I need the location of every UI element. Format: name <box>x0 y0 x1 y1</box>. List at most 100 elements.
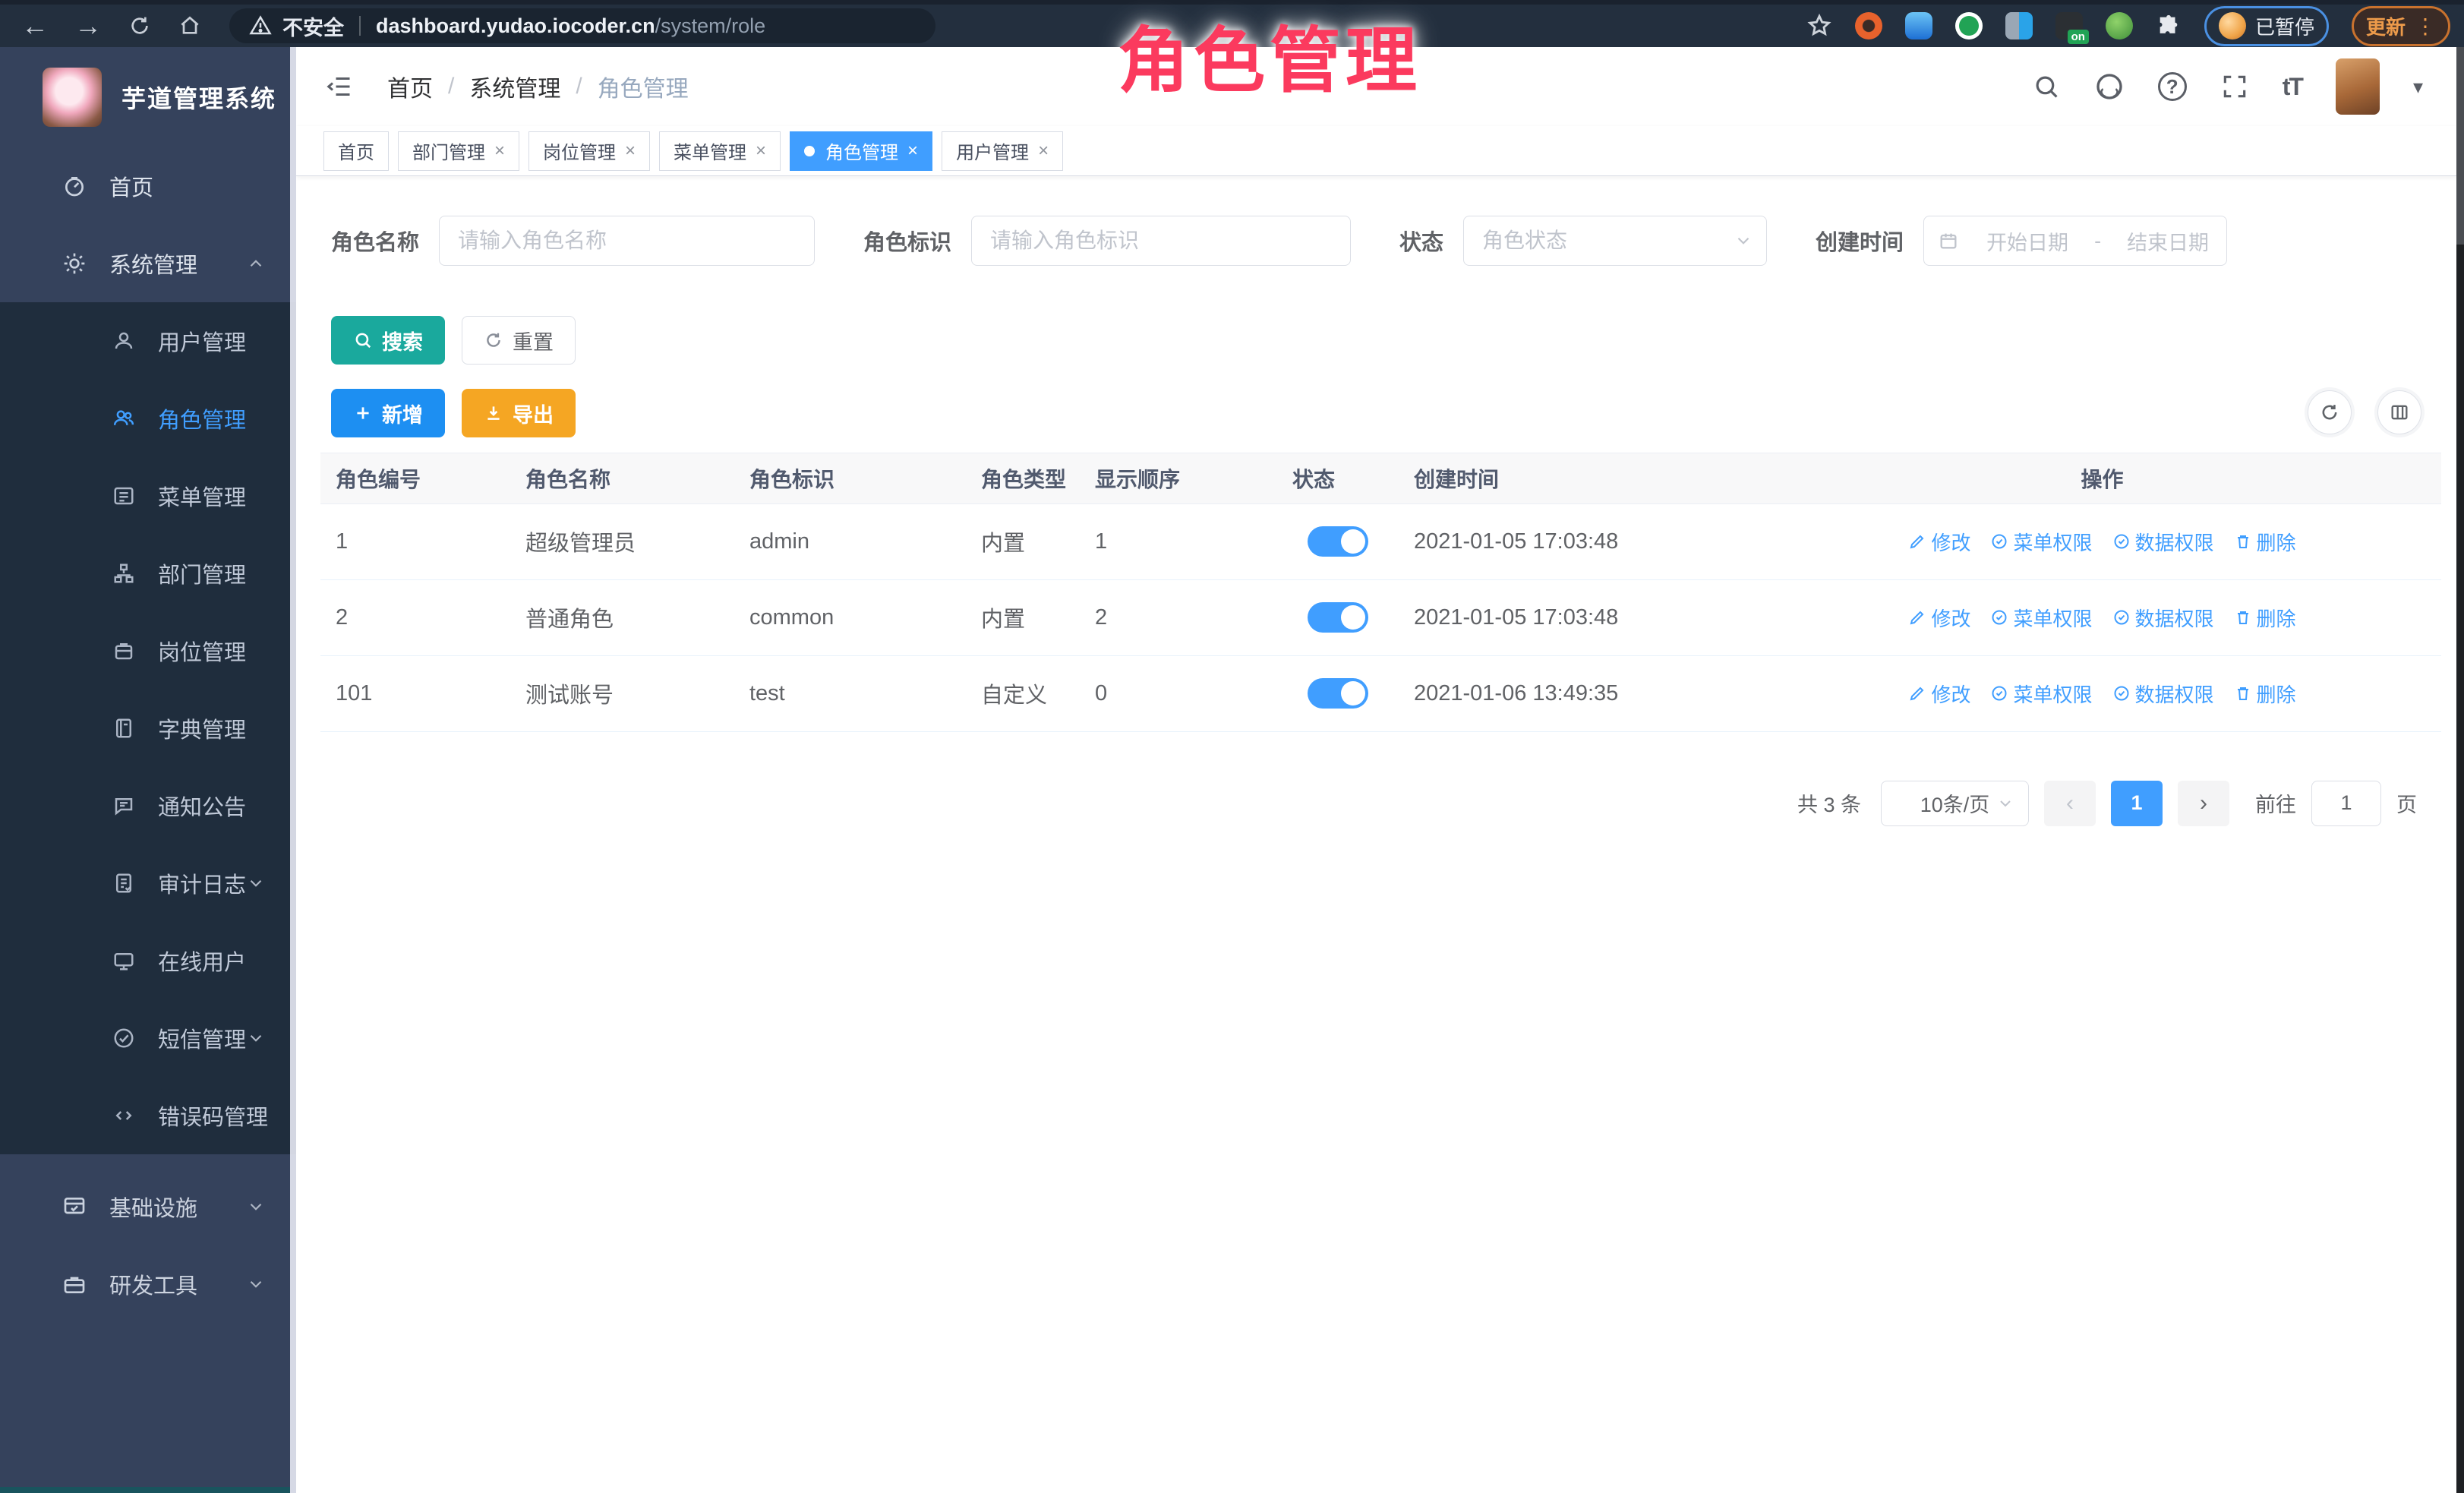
header-search-icon[interactable] <box>2032 72 2061 101</box>
cell-sort: 1 <box>1080 503 1277 579</box>
tab-menus[interactable]: 菜单管理× <box>659 131 781 171</box>
close-icon[interactable]: × <box>907 140 918 162</box>
browser-forward-icon[interactable]: → <box>74 12 102 39</box>
extension-icon-1[interactable] <box>1855 12 1882 39</box>
menu-permission-link[interactable]: 菜单权限 <box>1990 680 2092 708</box>
browser-update-chip[interactable]: 更新 ⋮ <box>2352 6 2450 46</box>
status-toggle[interactable] <box>1308 526 1368 557</box>
font-size-icon[interactable]: tT <box>2283 73 2302 101</box>
sidebar-item-departments[interactable]: 部门管理 <box>0 535 296 612</box>
browser-back-icon[interactable]: ← <box>21 12 49 39</box>
extension-icon-tampermonkey[interactable]: on <box>2055 12 2083 39</box>
annotation-role-management: 角色管理 <box>1118 3 1421 106</box>
code-icon <box>112 1104 135 1127</box>
data-permission-link[interactable]: 数据权限 <box>2112 680 2214 708</box>
bookmark-star-icon[interactable] <box>1806 13 1832 39</box>
sidebar-item-sms[interactable]: 短信管理 <box>0 999 296 1077</box>
cell-sort: 2 <box>1080 579 1277 655</box>
next-page-button[interactable]: › <box>2178 781 2229 826</box>
prev-page-button[interactable]: ‹ <box>2044 781 2096 826</box>
delete-link[interactable]: 删除 <box>2234 604 2296 632</box>
app-logo-row[interactable]: 芋道管理系统 <box>0 47 296 147</box>
sidebar-item-users[interactable]: 用户管理 <box>0 302 296 380</box>
table-refresh-button[interactable] <box>2308 390 2352 434</box>
data-permission-link[interactable]: 数据权限 <box>2112 604 2214 632</box>
extension-icon-3[interactable] <box>1955 12 1983 39</box>
page-size-select[interactable]: 10条/页 <box>1881 781 2029 826</box>
close-icon[interactable]: × <box>494 140 505 162</box>
status-toggle[interactable] <box>1308 602 1368 633</box>
page-1-button[interactable]: 1 <box>2111 781 2163 826</box>
sidebar-item-home[interactable]: 首页 <box>0 147 296 225</box>
edit-link[interactable]: 修改 <box>1908 604 1970 632</box>
sidebar-item-error-codes[interactable]: 错误码管理 <box>0 1077 296 1154</box>
browser-reload-icon[interactable] <box>128 14 152 38</box>
sidebar-item-system[interactable]: 系统管理 <box>0 225 296 302</box>
sidebar-collapse-icon[interactable] <box>323 73 355 100</box>
cell-role-key: test <box>734 655 966 731</box>
goto-page-input[interactable] <box>2311 781 2381 826</box>
reset-button[interactable]: 重置 <box>462 316 576 365</box>
tab-roles[interactable]: 角色管理× <box>790 131 932 171</box>
tab-users[interactable]: 用户管理 × <box>942 131 1063 171</box>
column-settings-button[interactable] <box>2377 390 2421 434</box>
trash-icon <box>2234 532 2252 551</box>
extension-icon-2[interactable] <box>1905 12 1932 39</box>
search-button[interactable]: 搜索 <box>331 316 445 365</box>
page-scrollbar[interactable] <box>2456 47 2464 1493</box>
data-permission-link[interactable]: 数据权限 <box>2112 528 2214 556</box>
close-icon[interactable]: × <box>756 140 766 162</box>
tab-label: 用户管理 <box>956 137 1029 164</box>
edit-link[interactable]: 修改 <box>1908 528 1970 556</box>
role-name-input[interactable] <box>439 216 815 266</box>
status-select[interactable] <box>1463 216 1767 266</box>
role-key-input[interactable] <box>971 216 1351 266</box>
tab-departments[interactable]: 部门管理× <box>398 131 519 171</box>
extensions-puzzle-icon[interactable] <box>2156 13 2182 39</box>
edit-link[interactable]: 修改 <box>1908 680 1970 708</box>
menu-permission-link[interactable]: 菜单权限 <box>1990 604 2092 632</box>
data-permission-label: 数据权限 <box>2135 680 2214 708</box>
status-toggle[interactable] <box>1308 678 1368 709</box>
export-button[interactable]: 导出 <box>462 389 576 437</box>
sidebar-item-posts[interactable]: 岗位管理 <box>0 612 296 690</box>
cell-created: 2021-01-06 13:49:35 <box>1399 655 1763 731</box>
close-icon[interactable]: × <box>1038 140 1049 162</box>
sidebar-item-roles[interactable]: 角色管理 <box>0 380 296 457</box>
extension-icon-4[interactable] <box>2005 12 2033 39</box>
book-icon <box>112 717 135 740</box>
sidebar-item-online-users[interactable]: 在线用户 <box>0 922 296 999</box>
user-avatar[interactable] <box>2336 58 2380 115</box>
date-range-picker[interactable]: 开始日期 - 结束日期 <box>1923 216 2227 266</box>
breadcrumb-system[interactable]: 系统管理 <box>469 70 560 103</box>
fullscreen-icon[interactable] <box>2220 72 2249 101</box>
address-bar[interactable]: 不安全 dashboard.yudao.iocoder.cn/system/ro… <box>229 8 935 43</box>
delete-link[interactable]: 删除 <box>2234 680 2296 708</box>
help-icon[interactable]: ? <box>2158 72 2187 101</box>
tab-label: 首页 <box>338 137 374 164</box>
browser-menu-kebab-icon[interactable]: ⋮ <box>2415 14 2436 39</box>
menu-permission-link[interactable]: 菜单权限 <box>1990 528 2092 556</box>
avatar-caret-down-icon[interactable]: ▾ <box>2413 75 2423 99</box>
extension-icon-5[interactable] <box>2106 12 2133 39</box>
tab-home[interactable]: 首页 <box>323 131 389 171</box>
sidebar-item-dict[interactable]: 字典管理 <box>0 690 296 767</box>
browser-profile-chip[interactable]: 已暂停 <box>2204 6 2329 46</box>
browser-home-icon[interactable] <box>178 14 202 38</box>
tab-posts[interactable]: 岗位管理× <box>528 131 650 171</box>
cell-role-name: 测试账号 <box>510 655 734 731</box>
sidebar-item-label: 短信管理 <box>158 1022 246 1054</box>
github-icon[interactable] <box>2094 71 2125 102</box>
sidebar-item-dev-tools[interactable]: 研发工具 <box>0 1245 296 1323</box>
sidebar-scrollbar[interactable] <box>290 47 296 1493</box>
add-button[interactable]: 新增 <box>331 389 445 437</box>
sidebar-item-infrastructure[interactable]: 基础设施 <box>0 1168 296 1245</box>
close-icon[interactable]: × <box>625 140 636 162</box>
breadcrumb-home[interactable]: 首页 <box>387 70 433 103</box>
refresh-icon <box>484 330 503 350</box>
sidebar-item-notice[interactable]: 通知公告 <box>0 767 296 844</box>
scrollbar-thumb[interactable] <box>2456 47 2464 245</box>
sidebar-item-menus[interactable]: 菜单管理 <box>0 457 296 535</box>
delete-link[interactable]: 删除 <box>2234 528 2296 556</box>
sidebar-item-audit-log[interactable]: 审计日志 <box>0 844 296 922</box>
